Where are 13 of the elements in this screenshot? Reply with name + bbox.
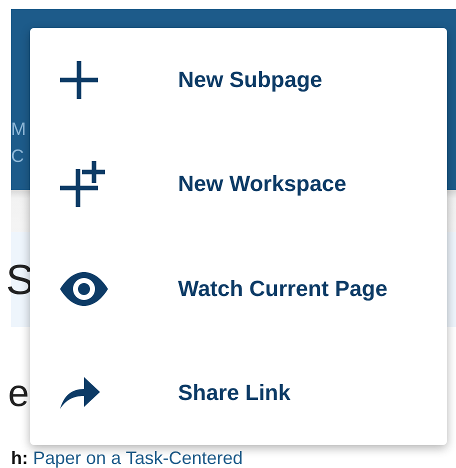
menu-item[interactable]: Watch Current Page <box>30 236 447 341</box>
header-text: M <box>11 118 27 141</box>
double-plus-icon <box>60 161 106 208</box>
menu-item[interactable]: New Subpage <box>30 28 447 132</box>
header-text: C <box>11 145 25 168</box>
menu-item[interactable]: New Workspace <box>30 132 447 236</box>
field-label: h: <box>11 448 28 468</box>
menu-item[interactable]: Share Link <box>30 340 447 445</box>
paper-link[interactable]: Paper on a Task-Centered <box>33 448 243 468</box>
eye-icon <box>60 272 108 306</box>
share-arrow-icon <box>60 376 100 409</box>
section-heading: e <box>8 373 30 416</box>
plus-icon <box>60 61 98 100</box>
